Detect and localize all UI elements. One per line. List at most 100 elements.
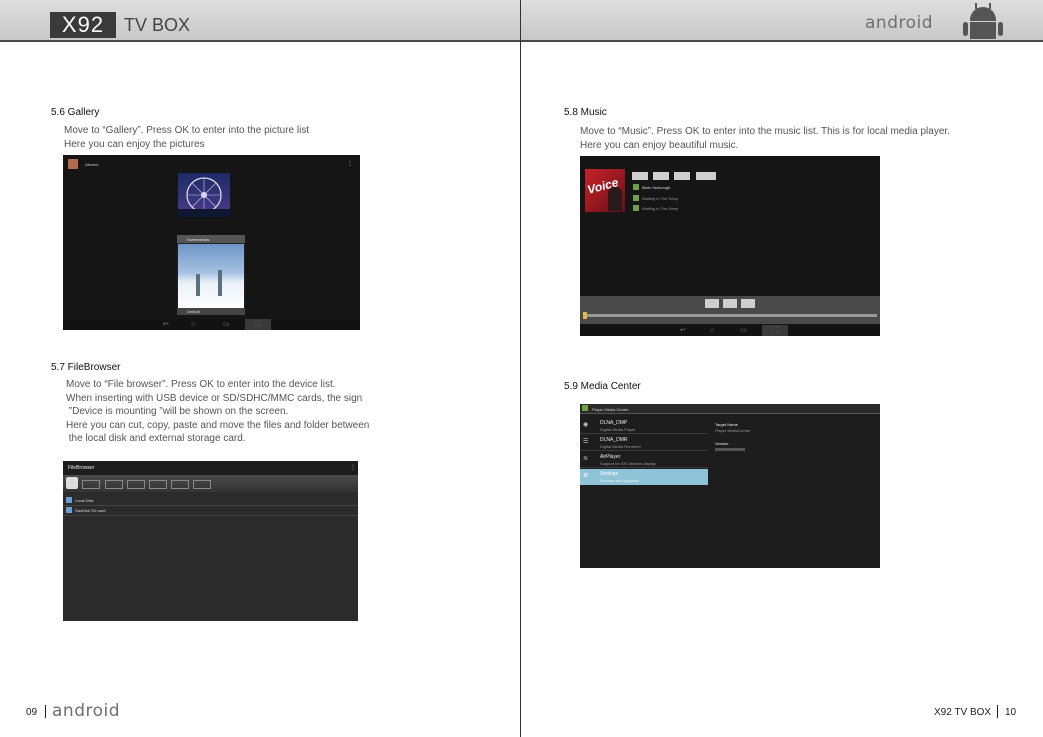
home-icon[interactable]: ⌂ [710, 327, 714, 334]
gallery-screen-title: Albums [85, 162, 99, 167]
recent-apps-icon[interactable]: ▭ [223, 321, 230, 328]
media-center-titlebar: Player Media Center [580, 404, 880, 414]
copy-icon[interactable] [127, 480, 145, 489]
seek-thumb[interactable] [583, 312, 587, 319]
track-title[interactable]: Waiting in The Deep [642, 196, 678, 201]
music-screenshot: Voice Blain Yarbrough Waiting in The Dee… [580, 156, 880, 336]
shuffle-button[interactable] [653, 172, 669, 180]
footer-brand: android [52, 701, 121, 721]
filebrowser-toolbar [63, 475, 358, 492]
seek-bar[interactable] [583, 312, 877, 319]
gallery-description: Move to “Gallery”. Press OK to enter int… [64, 125, 310, 150]
play-pause-button[interactable] [723, 299, 737, 308]
snowy-landscape-image [178, 244, 244, 308]
app-icon [582, 405, 588, 411]
music-description: Move to “Music”. Press OK to enter into … [580, 126, 950, 151]
playlist-button[interactable] [696, 172, 716, 180]
left-page: X92 TV BOX 5.6 Gallery Move to “Gallery”… [0, 0, 521, 737]
settings-gear-icon: ⚙ [583, 473, 589, 479]
android-navbar: ↩ ⌂ ▭ ⛶ [63, 319, 360, 330]
next-button[interactable] [741, 299, 755, 308]
filebrowser-description: Move to “File browser”. Press OK to ente… [66, 379, 370, 444]
repeat-button[interactable] [674, 172, 690, 180]
album-cover: Voice [585, 169, 625, 212]
screenshot-icon[interactable]: ⛶ [762, 325, 788, 336]
filebrowser-screenshot: FileBrowser ⋮ Local Disk SanDisk SD card [63, 461, 358, 621]
filebrowser-titlebar: FileBrowser ⋮ [63, 461, 358, 475]
media-center-screenshot: Player Media Center ◉ DLNA_DMP Digital M… [580, 404, 880, 568]
list-item-label: Local Disk [75, 498, 94, 503]
list-item[interactable]: ☰ DLNA_DMR Digital Media Renderer [580, 435, 708, 451]
model-badge: X92 [50, 12, 116, 38]
home-icon[interactable] [66, 477, 78, 489]
list-view-icon[interactable] [82, 480, 100, 489]
gallery-heading: 5.6 Gallery [51, 107, 100, 118]
back-icon[interactable]: ↩ [163, 321, 169, 328]
renderer-icon: ☰ [583, 439, 589, 445]
refresh-icon[interactable] [193, 480, 211, 489]
wifi-icon: ≋ [583, 456, 589, 462]
grid-view-icon[interactable] [171, 480, 189, 489]
item-name: DLNA_DMP [600, 420, 628, 426]
page-number: 09 [26, 707, 38, 718]
item-subtitle: Support for iOS devices display [600, 461, 656, 466]
screenshot-icon[interactable]: ⛶ [245, 319, 271, 330]
edit-icon[interactable] [105, 480, 123, 489]
version-label: Version [715, 441, 729, 446]
list-item[interactable]: ◉ DLNA_DMP Digital Media Player [580, 418, 708, 434]
track-icon [633, 205, 639, 211]
target-name-label: Target Name [715, 422, 738, 427]
media-center-heading: 5.9 Media Center [564, 381, 641, 392]
target-name-value: Player MediaCenter [715, 428, 751, 433]
item-subtitle: Rename and upgrade [600, 478, 639, 483]
folder-name-default: Default [187, 309, 200, 314]
list-item[interactable]: ≋ AirPlayer Support for iOS devices disp… [580, 452, 708, 468]
list-item[interactable]: SanDisk SD card [63, 506, 358, 516]
page-header: android [521, 0, 1043, 42]
list-item-label: SanDisk SD card [75, 508, 106, 513]
gallery-screenshot: Albums ⋮ Screenshots Default ↩ ⌂ ▭ ⛶ [63, 155, 360, 330]
album-thumbnail-ferris-wheel[interactable] [178, 173, 230, 217]
artist-name: Blain Yarbrough [642, 185, 671, 190]
item-subtitle: Digital Media Renderer [600, 444, 641, 449]
ferris-wheel-image [178, 177, 230, 217]
footer-brand: X92 TV BOX [934, 707, 992, 718]
android-robot-icon [962, 3, 1006, 39]
footer-divider [45, 705, 46, 718]
footer-divider [997, 705, 998, 718]
album-folder-screenshots[interactable]: Screenshots Default [177, 235, 245, 315]
track-icon [633, 195, 639, 201]
gallery-app-icon [68, 159, 78, 169]
list-item-selected[interactable]: ⚙ Settings Rename and upgrade [580, 469, 708, 485]
folder-name: Screenshots [187, 237, 210, 242]
sd-card-icon [66, 507, 72, 513]
back-icon[interactable]: ↩ [680, 327, 686, 334]
page-header: X92 TV BOX [0, 0, 520, 42]
player-controls [580, 296, 880, 324]
music-note-icon [633, 184, 639, 190]
disk-icon [66, 497, 72, 503]
overflow-menu-icon[interactable]: ⋮ [347, 160, 353, 167]
item-name: AirPlayer [600, 454, 621, 460]
page-number: 10 [1005, 707, 1017, 718]
music-heading: 5.8 Music [564, 107, 607, 118]
android-navbar: ↩ ⌂ ▭ ⛶ [580, 325, 880, 336]
item-name: DLNA_DMR [600, 437, 628, 443]
track-title[interactable]: Waiting in The Deep [642, 206, 678, 211]
overflow-menu-icon[interactable]: ⋮ [350, 464, 356, 471]
previous-button[interactable] [705, 299, 719, 308]
home-icon[interactable]: ⌂ [191, 321, 195, 328]
filebrowser-screen-title: FileBrowser [68, 465, 95, 471]
list-item[interactable]: Local Disk [63, 496, 358, 506]
undo-icon[interactable] [149, 480, 167, 489]
item-name: Settings [600, 471, 619, 477]
header-brand: android [865, 13, 934, 33]
play-mode-button[interactable] [632, 172, 648, 180]
media-center-screen-title: Player Media Center [592, 407, 629, 412]
version-value [715, 448, 745, 451]
model-subtitle: TV BOX [124, 15, 191, 35]
folder-label-bar: Screenshots [177, 235, 245, 243]
filebrowser-heading: 5.7 FileBrowser [51, 362, 121, 373]
right-page: android 5.8 Music Move to “Music”. Press… [521, 0, 1043, 737]
recent-apps-icon[interactable]: ▭ [740, 327, 747, 334]
